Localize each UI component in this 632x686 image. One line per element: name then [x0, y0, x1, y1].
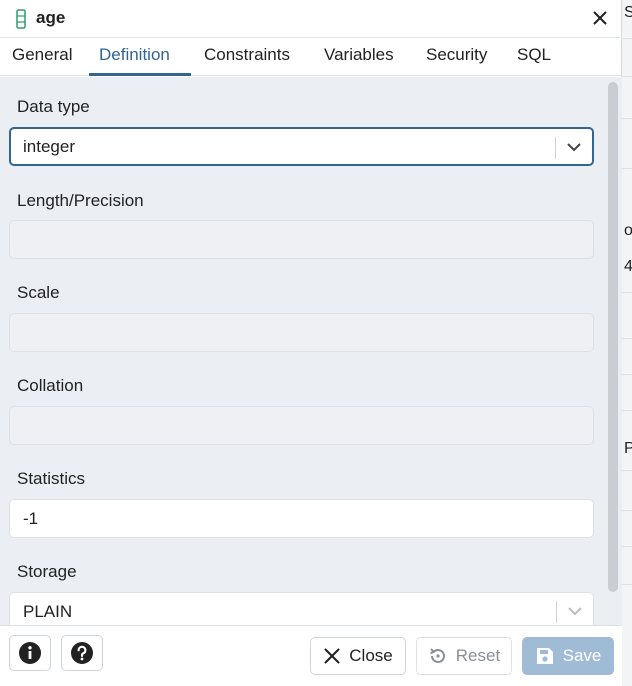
info-icon	[19, 642, 41, 664]
close-icon[interactable]	[590, 8, 610, 28]
chevron-down-icon[interactable]	[566, 139, 582, 155]
select-separator	[555, 137, 556, 159]
chevron-down-icon[interactable]	[567, 603, 583, 619]
close-button-label: Close	[349, 646, 393, 665]
tab-definition[interactable]: Definition	[99, 45, 170, 65]
data-type-select[interactable]: integer	[9, 127, 594, 166]
tab-security[interactable]: Security	[426, 45, 487, 65]
background-text-fragment: Pa	[624, 440, 632, 457]
definition-panel: Data type integer Length/Precision Scale…	[0, 77, 622, 625]
vertical-scrollbar[interactable]	[608, 82, 618, 592]
collation-select[interactable]	[9, 406, 594, 445]
background-text-fragment: 4	[624, 258, 632, 275]
save-button[interactable]: Save	[522, 637, 614, 675]
background-text-fragment: S	[624, 4, 632, 21]
save-button-label: Save	[562, 646, 602, 665]
data-type-label: Data type	[17, 97, 90, 116]
tab-bar: General Definition Constraints Variables…	[0, 38, 622, 76]
statistics-label: Statistics	[17, 469, 86, 488]
close-button[interactable]: Close	[310, 637, 406, 675]
scale-input[interactable]	[9, 313, 594, 352]
tab-variables[interactable]: Variables	[324, 45, 394, 65]
dialog-footer: Close Reset Save	[0, 625, 622, 686]
background-text-fragment: or	[624, 222, 632, 239]
tab-sql[interactable]: SQL	[517, 45, 551, 65]
dialog-titlebar[interactable]: age	[0, 0, 622, 38]
save-icon	[536, 648, 553, 664]
help-button[interactable]	[61, 635, 103, 671]
length-precision-label: Length/Precision	[17, 191, 144, 210]
tab-constraints[interactable]: Constraints	[204, 45, 290, 65]
background-page-strip: S or 4 Pa	[622, 0, 632, 686]
close-icon	[324, 648, 340, 664]
help-icon	[71, 642, 93, 664]
collation-label: Collation	[17, 376, 84, 395]
reset-button-label: Reset	[455, 646, 501, 665]
active-tab-indicator	[89, 73, 191, 76]
reset-button[interactable]: Reset	[416, 637, 512, 675]
storage-label: Storage	[17, 562, 77, 581]
info-button[interactable]	[9, 635, 51, 671]
tab-general[interactable]: General	[12, 45, 72, 65]
dialog-title: age	[36, 8, 66, 27]
statistics-value: -1	[23, 509, 39, 528]
storage-select[interactable]: PLAIN	[9, 592, 594, 625]
select-separator	[556, 601, 557, 623]
column-icon	[16, 9, 26, 29]
scale-label: Scale	[17, 283, 60, 302]
reset-icon	[429, 648, 445, 663]
storage-value: PLAIN	[23, 602, 73, 621]
column-properties-dialog: age General Definition Constraints Varia…	[0, 0, 622, 686]
data-type-value: integer	[23, 137, 75, 156]
statistics-input[interactable]: -1	[9, 499, 594, 538]
length-precision-input[interactable]	[9, 220, 594, 259]
